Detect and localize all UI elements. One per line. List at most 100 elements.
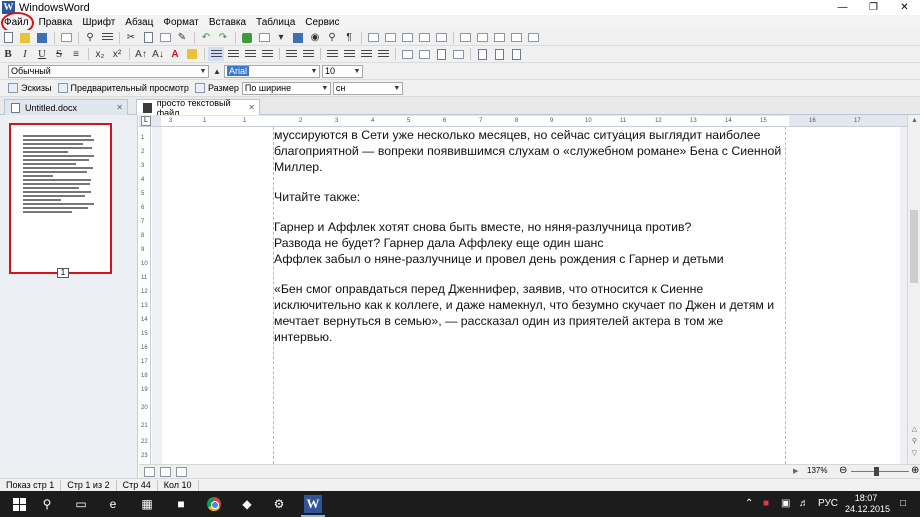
document-page[interactable]: муссируются в Сети уже несколько месяцев… xyxy=(162,127,900,464)
style-button-1[interactable] xyxy=(365,31,381,45)
border-button-1[interactable] xyxy=(457,31,473,45)
page-view-icon[interactable] xyxy=(176,466,187,477)
italic-button[interactable]: I xyxy=(17,47,33,61)
font-size-select[interactable]: 10 ▼ xyxy=(322,64,363,78)
print-button[interactable] xyxy=(58,31,74,45)
increase-indent-button[interactable] xyxy=(341,47,357,61)
bullets-button[interactable] xyxy=(283,47,299,61)
format-painter-icon[interactable]: ✎ xyxy=(174,31,190,45)
double-underline-icon[interactable]: ≡ xyxy=(68,47,84,61)
close-button[interactable]: ✕ xyxy=(889,0,920,15)
app-icon-dark[interactable]: ◆ xyxy=(238,495,256,513)
frame-button[interactable] xyxy=(416,47,432,61)
tab-stop-selector[interactable]: L xyxy=(141,116,151,126)
menu-format[interactable]: Формат xyxy=(158,15,204,30)
redo-icon[interactable]: ↷ xyxy=(215,31,231,45)
copy-button[interactable] xyxy=(140,31,156,45)
page-size-select[interactable]: По ширине страницы ▼ xyxy=(241,81,331,104)
menu-tools[interactable]: Сервис xyxy=(300,15,344,30)
align-justify-button[interactable] xyxy=(259,47,275,61)
underline-button[interactable]: U xyxy=(34,47,50,61)
tab-untitled[interactable]: Untitled.docx ✕ xyxy=(4,99,128,115)
close-tab-icon[interactable]: ✕ xyxy=(248,103,255,112)
app-icon-tools[interactable]: ⚙ xyxy=(270,495,288,513)
font-select[interactable]: Arial ▼ xyxy=(224,64,320,78)
notifications-icon[interactable]: □ xyxy=(900,498,906,509)
horizontal-ruler[interactable]: L 3 1 1 2 3 4 5 6 7 8 9 10 11 12 13 14 1… xyxy=(139,115,907,127)
menu-file[interactable]: Файл xyxy=(0,15,34,30)
align-center-button[interactable] xyxy=(225,47,241,61)
normal-view-icon[interactable] xyxy=(144,466,155,477)
highlight-button[interactable] xyxy=(184,47,200,61)
header-button[interactable] xyxy=(474,47,490,61)
paste-button[interactable] xyxy=(157,31,173,45)
previous-page-icon[interactable]: △ xyxy=(908,425,920,433)
decrease-indent-button[interactable] xyxy=(324,47,340,61)
insert-table-dropdown-icon[interactable]: ▾ xyxy=(273,31,289,45)
font-color-button[interactable]: A xyxy=(167,47,183,61)
save-button[interactable] xyxy=(34,31,50,45)
scroll-right-icon[interactable]: ▶ xyxy=(793,467,798,475)
border-button-4[interactable] xyxy=(508,31,524,45)
vertical-scrollbar[interactable]: ▲ △ ⚲ ▽ xyxy=(907,115,920,464)
file-explorer-icon[interactable]: ■ xyxy=(172,495,190,513)
insert-table-button[interactable] xyxy=(256,31,272,45)
network-icon[interactable]: ▣ xyxy=(781,498,790,509)
scroll-up-icon[interactable]: ▲ xyxy=(908,117,920,124)
line-spacing-button[interactable] xyxy=(358,47,374,61)
hyperlink-button[interactable] xyxy=(290,31,306,45)
menu-paragraph[interactable]: Абзац xyxy=(120,15,158,30)
zoom-icon[interactable]: ⚲ xyxy=(324,31,340,45)
task-view-icon[interactable]: ▭ xyxy=(72,495,90,513)
zoom-in-icon[interactable]: ⊕ xyxy=(911,465,919,476)
style-button-2[interactable] xyxy=(382,31,398,45)
menu-edit[interactable]: Правка xyxy=(34,15,78,30)
new-document-button[interactable] xyxy=(0,31,16,45)
subscript-button[interactable]: x₂ xyxy=(92,47,108,61)
search-icon[interactable]: ⚲ xyxy=(38,495,56,513)
shrink-font-button[interactable]: A↓ xyxy=(150,47,166,61)
pilcrow-icon[interactable]: ¶ xyxy=(341,31,357,45)
store-icon[interactable]: ▦ xyxy=(138,495,156,513)
minimize-button[interactable]: — xyxy=(827,0,858,15)
style-button-3[interactable] xyxy=(399,31,415,45)
find-icon[interactable]: ⚲ xyxy=(82,31,98,45)
menu-font[interactable]: Шрифт xyxy=(77,15,120,30)
grow-font-button[interactable]: A↑ xyxy=(133,47,149,61)
page-thumbnail[interactable] xyxy=(9,123,112,274)
next-page-icon[interactable]: ▽ xyxy=(908,449,920,457)
border-button-2[interactable] xyxy=(474,31,490,45)
style-button-5[interactable] xyxy=(433,31,449,45)
start-button[interactable] xyxy=(10,495,28,513)
word-taskbar-icon[interactable]: W xyxy=(304,495,322,513)
open-folder-button[interactable] xyxy=(17,31,33,45)
maximize-button[interactable]: ❐ xyxy=(858,0,889,15)
globe-icon[interactable]: ◉ xyxy=(307,31,323,45)
document-text[interactable]: муссируются в Сети уже несколько месяцев… xyxy=(274,127,794,345)
footer-button[interactable] xyxy=(491,47,507,61)
language-indicator[interactable]: РУС xyxy=(818,498,838,509)
zoom-slider[interactable] xyxy=(851,471,909,472)
menu-table[interactable]: Таблица xyxy=(251,15,300,30)
spellcheck-button[interactable] xyxy=(99,31,115,45)
superscript-button[interactable]: x² xyxy=(109,47,125,61)
find-icon[interactable]: ⚲ xyxy=(908,437,920,445)
menu-insert[interactable]: Вставка xyxy=(204,15,251,30)
vertical-ruler[interactable]: 1 2 3 4 5 6 7 8 9 10 11 12 13 14 15 16 1… xyxy=(139,127,151,464)
align-left-button[interactable] xyxy=(208,47,224,61)
style-select[interactable]: Обычный ▼ xyxy=(8,64,209,78)
extra-select[interactable]: сн ▼ xyxy=(332,81,403,95)
tray-app-icon[interactable]: ■ xyxy=(763,498,769,509)
page-break-button[interactable] xyxy=(508,47,524,61)
close-tab-icon[interactable]: ✕ xyxy=(116,103,123,112)
clock[interactable]: 18:07 24.12.2015 xyxy=(845,493,890,515)
zoom-slider-handle[interactable] xyxy=(874,467,879,476)
thumbnails-button[interactable]: Эскизы xyxy=(8,83,52,93)
columns-button[interactable] xyxy=(450,47,466,61)
volume-icon[interactable]: ♬ xyxy=(799,498,809,509)
size-button[interactable]: Размер xyxy=(194,83,239,93)
scrollbar-thumb[interactable] xyxy=(910,210,918,283)
page-setup-button[interactable] xyxy=(433,47,449,61)
web-view-icon[interactable] xyxy=(160,466,171,477)
bold-button[interactable]: B xyxy=(0,47,16,61)
